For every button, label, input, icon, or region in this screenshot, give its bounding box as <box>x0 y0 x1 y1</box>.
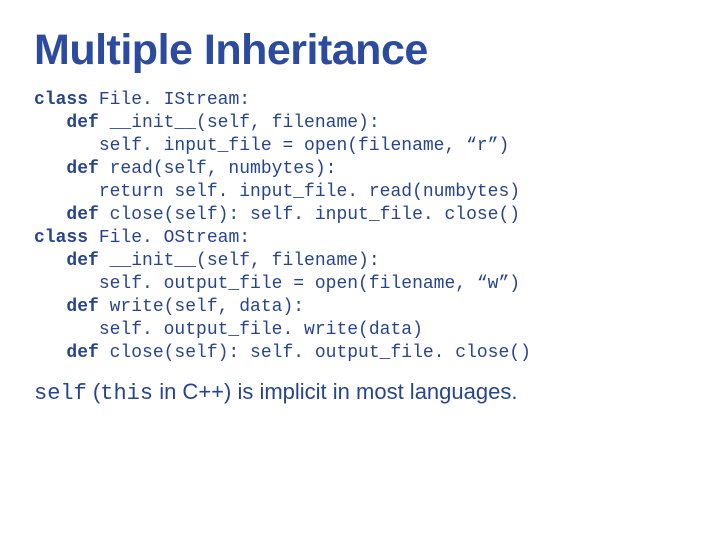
keyword-def: def <box>66 251 98 271</box>
keyword-def: def <box>66 297 98 317</box>
slide: Multiple Inheritance class File. IStream… <box>0 0 720 540</box>
code-text: close(self): self. input_file. close() <box>99 205 520 225</box>
slide-title: Multiple Inheritance <box>34 26 686 75</box>
code-text: write(self, data): <box>99 297 304 317</box>
caption-mono-self: self <box>34 381 87 406</box>
caption-text: ( <box>87 379 100 404</box>
caption-mono-this: this <box>100 381 153 406</box>
code-text: close(self): self. output_file. close() <box>99 343 531 363</box>
code-text: self. input_file = open(filename, “r”) <box>99 136 509 156</box>
keyword-def: def <box>66 205 98 225</box>
code-text: return self. input_file. read(numbytes) <box>99 182 520 202</box>
code-text: __init__(self, filename): <box>99 113 380 133</box>
caption: self (this in C++) is implicit in most l… <box>34 379 686 406</box>
code-text: File. OStream: <box>88 228 250 248</box>
code-text: self. output_file. write(data) <box>99 320 423 340</box>
keyword-def: def <box>66 159 98 179</box>
caption-text: in C++) is implicit in most languages. <box>153 379 517 404</box>
code-block: class File. IStream: def __init__(self, … <box>34 89 686 365</box>
keyword-def: def <box>66 343 98 363</box>
code-text: File. IStream: <box>88 90 250 110</box>
keyword-def: def <box>66 113 98 133</box>
code-text: __init__(self, filename): <box>99 251 380 271</box>
keyword-class: class <box>34 228 88 248</box>
keyword-class: class <box>34 90 88 110</box>
code-text: read(self, numbytes): <box>99 159 337 179</box>
code-text: self. output_file = open(filename, “w”) <box>99 274 520 294</box>
